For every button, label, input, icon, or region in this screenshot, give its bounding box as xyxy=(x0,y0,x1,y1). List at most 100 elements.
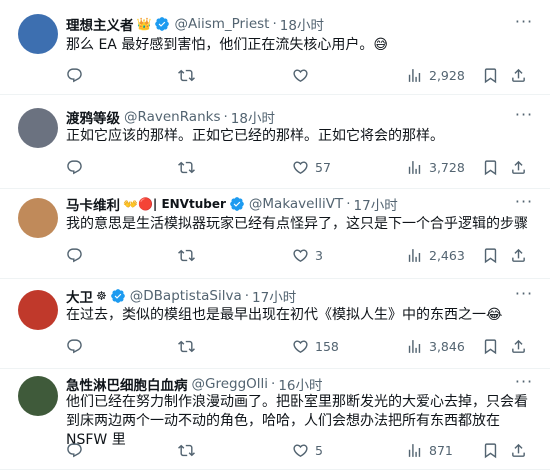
timestamp[interactable]: 17小时 xyxy=(252,286,296,306)
avatar[interactable] xyxy=(18,198,58,238)
share-button[interactable] xyxy=(510,334,527,358)
separator-dot: · xyxy=(271,376,276,392)
tweet-text: 那么 EA 最好感到害怕，他们正在流失核心用户。😅 xyxy=(66,37,388,53)
timestamp[interactable]: 18小时 xyxy=(231,107,275,127)
bookmark-icon xyxy=(482,67,499,84)
tweet-header: 马卡维利 👐🔴| ENVtuber @MakavelliVT · 17小时 xyxy=(66,194,398,214)
like-button[interactable]: 3 xyxy=(292,243,323,267)
author-name[interactable]: 渡鸦等级 xyxy=(66,107,120,127)
separator-dot: · xyxy=(244,288,250,304)
author-name[interactable]: 理想主义者 xyxy=(66,14,134,34)
retweet-button[interactable] xyxy=(178,63,201,87)
share-button[interactable] xyxy=(510,155,527,179)
tweet-card[interactable]: 马卡维利 👐🔴| ENVtuber @MakavelliVT · 17小时 ··· 我的意思… xyxy=(0,189,550,279)
tweet-actions: 3 2,463 xyxy=(58,243,538,267)
share-icon xyxy=(510,442,527,459)
verified-badge-icon xyxy=(229,196,245,212)
author-handle[interactable]: @GreggOlli xyxy=(192,376,269,392)
views-count: 2,463 xyxy=(429,247,465,263)
views-button[interactable]: 3,728 xyxy=(406,155,465,179)
timestamp[interactable]: 17小时 xyxy=(354,194,398,214)
retweet-button[interactable] xyxy=(178,438,201,462)
views-icon xyxy=(406,67,423,84)
reply-button[interactable] xyxy=(66,63,89,87)
retweet-icon xyxy=(178,159,195,176)
author-name-suffix: 👑 xyxy=(136,17,152,31)
share-icon xyxy=(510,159,527,176)
reply-button[interactable] xyxy=(66,334,89,358)
views-button[interactable]: 871 xyxy=(406,438,453,462)
author-handle[interactable]: @MakavelliVT xyxy=(249,196,343,212)
like-button[interactable]: 158 xyxy=(292,334,339,358)
like-button[interactable] xyxy=(292,63,315,87)
retweet-button[interactable] xyxy=(178,334,201,358)
like-icon xyxy=(292,159,309,176)
retweet-icon xyxy=(178,247,195,264)
author-name[interactable]: 急性淋巴细胞白血病 xyxy=(66,374,188,394)
reply-button[interactable] xyxy=(66,438,89,462)
tweet-card[interactable]: 渡鸦等级 @RavenRanks · 18小时 ··· 正如它应该的那样。正如它已经的那样… xyxy=(0,95,550,189)
share-icon xyxy=(510,338,527,355)
share-button[interactable] xyxy=(510,63,527,87)
tweet-card[interactable]: 理想主义者 👑 @Aiism_Priest · 18小时 ··· 那么 EA 最好感到害怕，… xyxy=(0,0,550,95)
tweet-feed: 理想主义者 👑 @Aiism_Priest · 18小时 ··· 那么 EA 最好感到害怕，… xyxy=(0,0,550,470)
like-icon xyxy=(292,67,309,84)
reply-icon xyxy=(66,159,83,176)
author-handle[interactable]: @Aiism_Priest xyxy=(174,16,269,32)
bookmark-button[interactable] xyxy=(482,63,499,87)
verified-badge-icon xyxy=(154,16,170,32)
tweet-card[interactable]: 急性淋巴细胞白血病 @GreggOlli · 16小时 ··· 他们已经在努力制作浪漫动画… xyxy=(0,369,550,470)
views-count: 3,846 xyxy=(429,338,465,354)
more-icon[interactable]: ··· xyxy=(514,374,534,394)
author-name[interactable]: 大卫 xyxy=(66,286,93,306)
tweet-card[interactable]: 大卫 ☸ @DBaptistaSilva · 17小时 ··· 在过去，类似的模组也是最早出… xyxy=(0,279,550,369)
like-button[interactable]: 57 xyxy=(292,155,331,179)
bookmark-icon xyxy=(482,159,499,176)
timestamp[interactable]: 18小时 xyxy=(280,14,324,34)
views-icon xyxy=(406,442,423,459)
tweet-text: 在过去，类似的模组也是最早出现在初代《模拟人生》中的东西之一😂 xyxy=(66,307,503,323)
avatar[interactable] xyxy=(18,108,58,148)
reply-icon xyxy=(66,67,83,84)
retweet-button[interactable] xyxy=(178,243,201,267)
reply-button[interactable] xyxy=(66,155,89,179)
tweet-actions: 158 3,846 xyxy=(58,334,538,358)
share-button[interactable] xyxy=(510,243,527,267)
author-handle[interactable]: @DBaptistaSilva xyxy=(130,288,242,304)
more-icon[interactable]: ··· xyxy=(514,194,534,214)
retweet-icon xyxy=(178,67,195,84)
views-icon xyxy=(406,247,423,264)
tweet-actions: 57 3,728 xyxy=(58,155,538,179)
more-icon[interactable]: ··· xyxy=(514,107,534,127)
views-button[interactable]: 3,846 xyxy=(406,334,465,358)
avatar[interactable] xyxy=(18,290,58,330)
retweet-button[interactable] xyxy=(178,155,201,179)
like-count: 57 xyxy=(315,159,331,175)
views-button[interactable]: 2,463 xyxy=(406,243,465,267)
tweet-header: 渡鸦等级 @RavenRanks · 18小时 xyxy=(66,107,275,127)
author-name[interactable]: 马卡维利 xyxy=(66,194,120,214)
timestamp[interactable]: 16小时 xyxy=(278,374,322,394)
bookmark-button[interactable] xyxy=(482,155,499,179)
like-button[interactable]: 5 xyxy=(292,438,323,462)
bookmark-button[interactable] xyxy=(482,438,499,462)
avatar[interactable] xyxy=(18,376,58,416)
retweet-icon xyxy=(178,442,195,459)
avatar[interactable] xyxy=(18,14,58,54)
verified-badge-icon xyxy=(110,288,126,304)
more-icon[interactable]: ··· xyxy=(514,14,534,34)
bookmark-button[interactable] xyxy=(482,334,499,358)
views-button[interactable]: 2,928 xyxy=(406,63,465,87)
like-icon xyxy=(292,338,309,355)
bookmark-button[interactable] xyxy=(482,243,499,267)
author-handle[interactable]: @RavenRanks xyxy=(124,109,220,125)
reply-icon xyxy=(66,247,83,264)
like-count: 5 xyxy=(315,442,323,458)
share-button[interactable] xyxy=(510,438,527,462)
bookmark-icon xyxy=(482,442,499,459)
author-name-suffix: ☸ xyxy=(96,289,107,303)
tweet-text: 我的意思是生活模拟器玩家已经有点怪异了，这只是下一个合乎逻辑的步骤 xyxy=(66,216,528,232)
views-count: 2,928 xyxy=(429,67,465,83)
reply-button[interactable] xyxy=(66,243,89,267)
more-icon[interactable]: ··· xyxy=(514,286,534,306)
